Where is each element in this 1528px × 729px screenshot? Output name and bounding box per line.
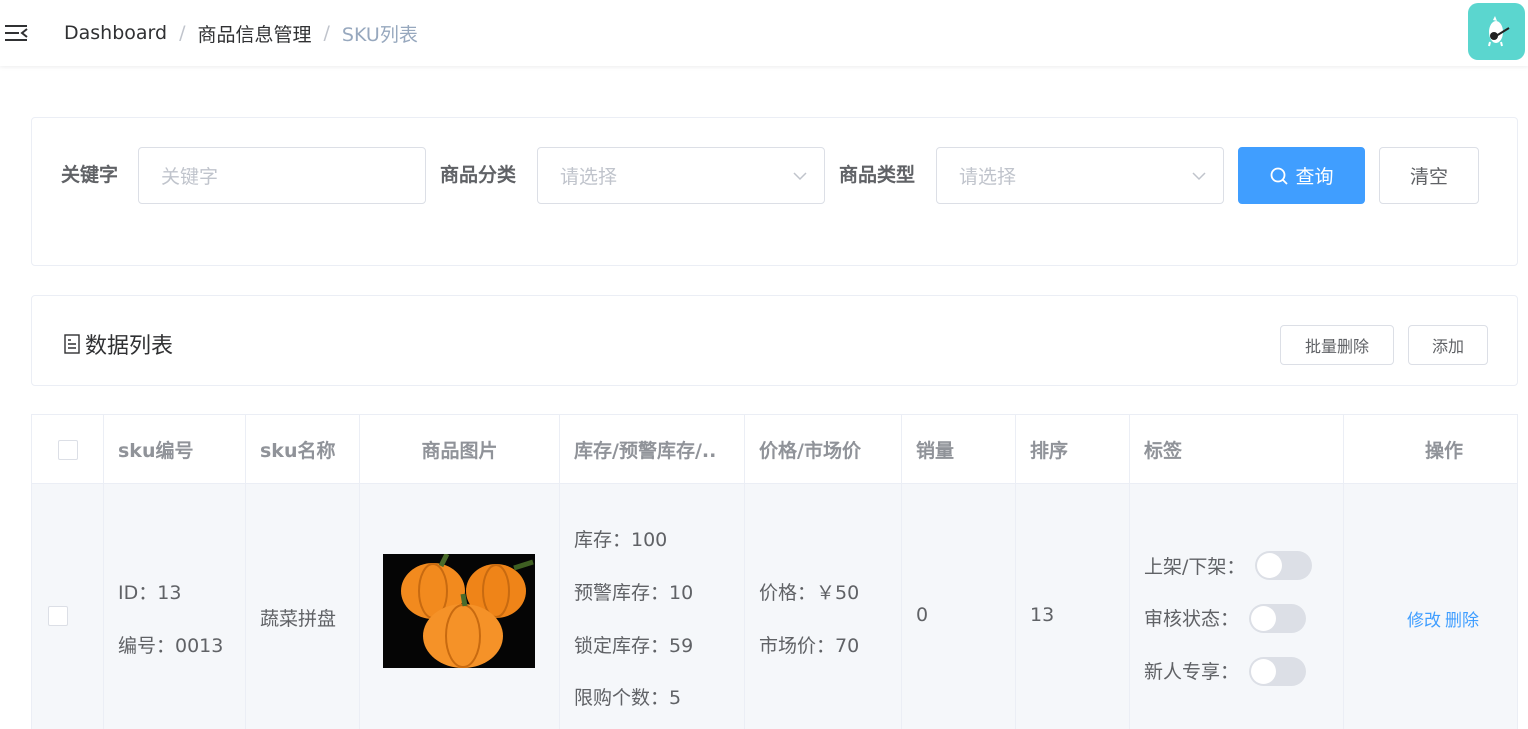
row-image-cell [360,484,560,729]
hamburger-menu-icon[interactable] [5,23,29,43]
header-sales: 销量 [902,415,1016,484]
keyword-input[interactable]: 关键字 [138,147,426,204]
clear-button-label: 清空 [1409,166,1448,188]
header-price: 价格/市场价 [745,415,902,484]
sku-table: sku编号 sku名称 商品图片 库存/预警库存/.. 价格/市场价 销量 排序… [31,414,1518,729]
search-icon [1271,167,1289,185]
breadcrumb-separator: / [179,22,186,44]
row-sku-name-cell: 蔬菜拼盘 [246,484,360,729]
add-button-label: 添加 [1431,337,1464,356]
row-sales-cell: 0 [902,484,1016,729]
select-all-checkbox[interactable] [57,439,78,460]
row-purchase-limit: 限购个数：5 [574,687,682,709]
row-name: 蔬菜拼盘 [260,608,337,630]
type-label: 商品类型 [839,164,916,186]
category-select[interactable]: 请选择 [537,147,825,204]
row-warn-stock: 预警库存：10 [574,582,694,604]
table-row: ID：13 编号：0013 蔬菜拼盘 库存：100 预警库存：10 锁定库存：5… [32,484,1517,729]
delete-link[interactable]: 删除 [1445,606,1479,631]
row-stock-cell: 库存：100 预警库存：10 锁定库存：59 限购个数：5 [560,484,745,729]
top-navbar: Dashboard / 商品信息管理 / SKU列表 [0,0,1528,66]
list-title-text: 数据列表 [85,334,174,359]
audit-switch[interactable] [1249,604,1306,633]
row-id: ID：13 [118,582,182,604]
list-title: 数据列表 [62,328,173,360]
keyword-placeholder: 关键字 [161,166,219,188]
query-button[interactable]: 查询 [1238,147,1365,204]
tag-audit-label: 审核状态： [1144,608,1240,630]
batch-delete-button[interactable]: 批量删除 [1280,325,1394,365]
header-actions: 操作 [1424,440,1463,462]
header-product-image: 商品图片 [360,415,560,484]
row-code: 编号：0013 [118,635,224,657]
onsale-switch[interactable] [1255,551,1312,580]
header-sku-code: sku编号 [104,415,246,484]
keyword-label: 关键字 [61,164,119,186]
avatar-cartoon-icon [1487,15,1510,46]
row-actions-cell: 修改 删除 [1344,484,1519,729]
breadcrumb-product-info: 商品信息管理 [197,23,312,46]
batch-delete-label: 批量删除 [1304,337,1369,356]
chevron-down-icon [1192,172,1206,181]
row-checkbox[interactable] [48,606,68,626]
header-tags: 标签 [1130,415,1344,484]
header-sku-name: sku名称 [246,415,360,484]
row-sort-cell: 13 [1016,484,1130,729]
row-sku-code-cell: ID：13 编号：0013 [104,484,246,729]
row-tags-cell: 上架/下架： 审核状态： 新人专享： [1130,484,1344,729]
row-price: 价格：￥50 [759,582,860,604]
breadcrumb: Dashboard / 商品信息管理 / SKU列表 [64,20,418,47]
type-placeholder: 请选择 [959,166,1017,188]
row-select-cell [32,484,104,729]
tag-onsale-label: 上架/下架： [1144,556,1246,578]
user-avatar[interactable] [1468,3,1525,60]
tag-newuser-label: 新人专享： [1144,661,1240,683]
row-price-cell: 价格：￥50 市场价：70 [745,484,902,729]
breadcrumb-dashboard[interactable]: Dashboard [64,22,167,44]
chevron-down-icon [793,172,807,181]
category-placeholder: 请选择 [560,166,618,188]
table-header: sku编号 sku名称 商品图片 库存/预警库存/.. 价格/市场价 销量 排序… [32,415,1517,484]
add-button[interactable]: 添加 [1408,325,1488,365]
breadcrumb-separator: / [323,22,330,44]
edit-link[interactable]: 修改 [1407,606,1441,631]
row-lock-stock: 锁定库存：59 [574,635,694,657]
product-image-pumpkins [383,554,535,668]
type-select[interactable]: 请选择 [936,147,1224,204]
document-list-icon [64,334,80,354]
newuser-switch[interactable] [1249,657,1306,686]
clear-button[interactable]: 清空 [1379,147,1479,204]
category-label: 商品分类 [440,164,517,186]
row-stock: 库存：100 [574,529,668,551]
row-sales: 0 [916,604,929,626]
row-market-price: 市场价：70 [759,635,860,657]
query-button-label: 查询 [1295,166,1334,188]
header-stock: 库存/预警库存/.. [560,415,745,484]
row-sort: 13 [1030,604,1055,626]
header-select-cell [32,415,104,484]
breadcrumb-sku-list: SKU列表 [341,23,418,46]
header-sort: 排序 [1016,415,1130,484]
